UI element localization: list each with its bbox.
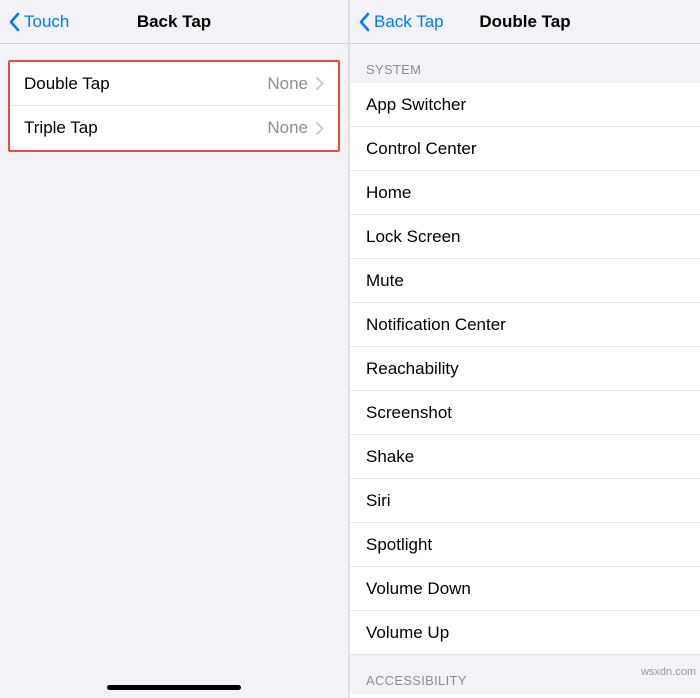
- option-siri[interactable]: Siri: [350, 479, 700, 523]
- option-screenshot[interactable]: Screenshot: [350, 391, 700, 435]
- back-label: Touch: [24, 12, 69, 32]
- list-group-accessibility: AssistiveTouch Classic Invert Magnifier …: [350, 694, 700, 698]
- option-mute[interactable]: Mute: [350, 259, 700, 303]
- chevron-left-icon: [358, 12, 370, 32]
- highlight-box: Double Tap None Triple Tap None: [8, 60, 340, 152]
- row-value: None: [267, 118, 308, 138]
- row-double-tap[interactable]: Double Tap None: [10, 62, 338, 106]
- option-volume-up[interactable]: Volume Up: [350, 611, 700, 655]
- option-spotlight[interactable]: Spotlight: [350, 523, 700, 567]
- chevron-right-icon: [316, 122, 324, 135]
- back-label: Back Tap: [374, 12, 444, 32]
- row-label: Triple Tap: [24, 118, 267, 138]
- row-triple-tap[interactable]: Triple Tap None: [10, 106, 338, 150]
- option-lock-screen[interactable]: Lock Screen: [350, 215, 700, 259]
- option-shake[interactable]: Shake: [350, 435, 700, 479]
- back-button-back-tap[interactable]: Back Tap: [358, 12, 444, 32]
- option-home[interactable]: Home: [350, 171, 700, 215]
- watermark: wsxdn.com: [641, 666, 696, 678]
- option-volume-down[interactable]: Volume Down: [350, 567, 700, 611]
- chevron-left-icon: [8, 12, 20, 32]
- back-button-touch[interactable]: Touch: [8, 12, 69, 32]
- navbar-left: Touch Back Tap: [0, 0, 348, 44]
- option-notification-center[interactable]: Notification Center: [350, 303, 700, 347]
- option-reachability[interactable]: Reachability: [350, 347, 700, 391]
- home-indicator[interactable]: [107, 685, 241, 690]
- screen-back-tap: Touch Back Tap Double Tap None Triple Ta…: [0, 0, 350, 698]
- list-group-system: App Switcher Control Center Home Lock Sc…: [350, 83, 700, 655]
- screen-double-tap: Back Tap Double Tap System App Switcher …: [350, 0, 700, 698]
- navbar-right: Back Tap Double Tap: [350, 0, 700, 44]
- chevron-right-icon: [316, 77, 324, 90]
- option-app-switcher[interactable]: App Switcher: [350, 83, 700, 127]
- row-value: None: [267, 74, 308, 94]
- content-left: Double Tap None Triple Tap None: [0, 44, 348, 698]
- row-label: Double Tap: [24, 74, 267, 94]
- content-right: System App Switcher Control Center Home …: [350, 44, 700, 698]
- option-control-center[interactable]: Control Center: [350, 127, 700, 171]
- option-assistivetouch[interactable]: AssistiveTouch: [350, 694, 700, 698]
- section-header-system: System: [350, 44, 700, 83]
